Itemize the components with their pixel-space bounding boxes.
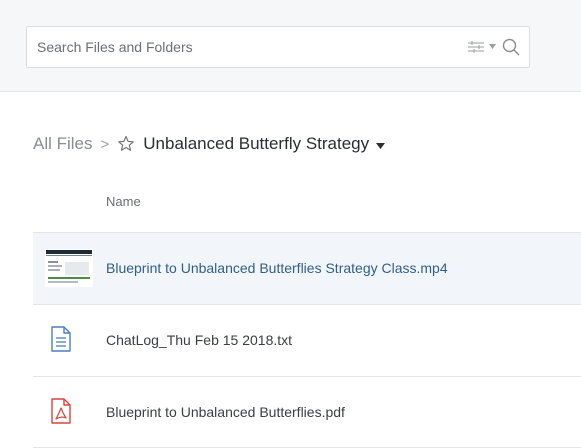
- text-document-icon: [51, 326, 71, 352]
- column-header-name[interactable]: Name: [106, 194, 141, 209]
- file-name-link[interactable]: ChatLog_Thu Feb 15 2018.txt: [106, 332, 292, 348]
- video-thumbnail-icon: [45, 249, 93, 287]
- star-icon[interactable]: [117, 135, 135, 153]
- search-input[interactable]: [37, 27, 417, 67]
- chevron-down-icon[interactable]: [376, 142, 386, 149]
- filter-dropdown-icon[interactable]: [489, 44, 496, 49]
- file-name-link[interactable]: Blueprint to Unbalanced Butterflies Stra…: [106, 260, 448, 276]
- breadcrumb-current-folder[interactable]: Unbalanced Butterfly Strategy: [143, 134, 369, 154]
- file-row[interactable]: Blueprint to Unbalanced Butterflies.pdf: [33, 376, 581, 448]
- breadcrumb-all-files[interactable]: All Files: [33, 134, 93, 154]
- filter-icon[interactable]: [467, 40, 485, 54]
- breadcrumb-separator: >: [100, 135, 110, 153]
- top-bar: [0, 0, 581, 92]
- file-name-link[interactable]: Blueprint to Unbalanced Butterflies.pdf: [106, 404, 345, 420]
- file-row[interactable]: Blueprint to Unbalanced Butterflies Stra…: [33, 232, 581, 304]
- search-box[interactable]: [26, 26, 530, 68]
- breadcrumb: All Files > Unbalanced Butterfly Strateg…: [33, 132, 386, 156]
- search-icon[interactable]: [501, 37, 521, 57]
- file-row[interactable]: ChatLog_Thu Feb 15 2018.txt: [33, 304, 581, 376]
- pdf-document-icon: [51, 398, 71, 424]
- file-list: Blueprint to Unbalanced Butterflies Stra…: [33, 232, 581, 448]
